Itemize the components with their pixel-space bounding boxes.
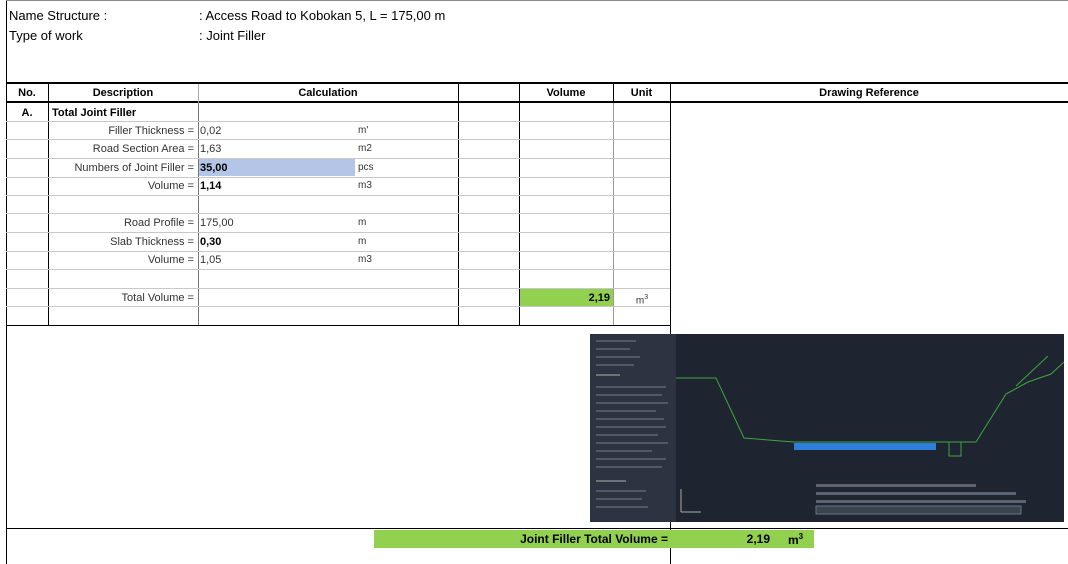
footer-total-value: 2,19 [746,532,770,546]
row-value: 35,00 [200,162,228,174]
col-description: Description [92,87,154,99]
type-of-work-value: : Joint Filler [199,28,266,43]
row-value: 0,02 [200,125,222,137]
col-no: No. [18,87,36,99]
list-item: Volume = 1,05 m3 [0,251,670,269]
row-label: Slab Thickness = [110,236,194,248]
row-label: Volume = [147,254,194,266]
section-no: A. [21,107,33,119]
header-bottom-rule [6,101,1068,103]
row-unit: m' [358,125,369,136]
col-drawing-reference: Drawing Reference [819,87,919,99]
total-label: Total Volume = [121,292,194,304]
total-unit-sup: 3 [644,294,649,301]
slab-hatch [794,443,936,450]
list-item: Road Profile = 175,00 m [0,214,670,232]
row-unit: pcs [358,162,374,173]
total-unit: m3 [614,289,670,307]
list-item: Numbers of Joint Filler = 35,00 pcs [0,159,670,177]
row-unit: m2 [358,143,372,154]
row-label: Road Profile = [123,217,194,229]
col-volume: Volume [546,87,586,99]
footer-total-label: Joint Filler Total Volume = [520,532,668,546]
row-label: Volume = [147,180,194,192]
row-value: 1,05 [200,254,222,266]
name-structure-value: : Access Road to Kobokan 5, L = 175,00 m [199,8,446,23]
col-calculation: Calculation [298,87,358,99]
footer-unit-base: m [788,533,799,547]
list-item: Volume = 1,14 m3 [0,177,670,195]
list-item: Filler Thickness = 0,02 m' [0,122,670,140]
row-unit: m [358,217,367,228]
name-structure-label: Name Structure : [9,8,108,23]
type-of-work-label: Type of work [9,28,83,43]
cad-properties-panel [590,334,676,522]
cad-drawing-viewport [676,334,1065,522]
total-volume-value: 2,19 [588,292,610,304]
footer-total-unit: m3 [788,532,803,547]
col-unit: Unit [630,87,653,99]
row-value: 0,30 [200,236,222,248]
list-item: Slab Thickness = 0,30 m [0,233,670,251]
row-unit: m3 [358,254,372,265]
section-title: Total Joint Filler [52,107,137,119]
row-label: Numbers of Joint Filler = [74,162,194,174]
row-value: 1,14 [200,180,222,192]
row-label: Filler Thickness = [108,125,194,137]
road-section-drawing [676,355,1065,515]
row-unit: m [358,236,367,247]
row-label: Road Section Area = [92,143,194,155]
row-value: 1,63 [200,143,222,155]
footer-unit-sup: 3 [798,532,804,541]
header-top-rule [6,82,1068,84]
list-item: Road Section Area = 1,63 m2 [0,140,670,158]
total-unit-base: m [635,295,645,307]
row-unit: m3 [358,180,372,191]
row-value: 175,00 [200,217,234,229]
